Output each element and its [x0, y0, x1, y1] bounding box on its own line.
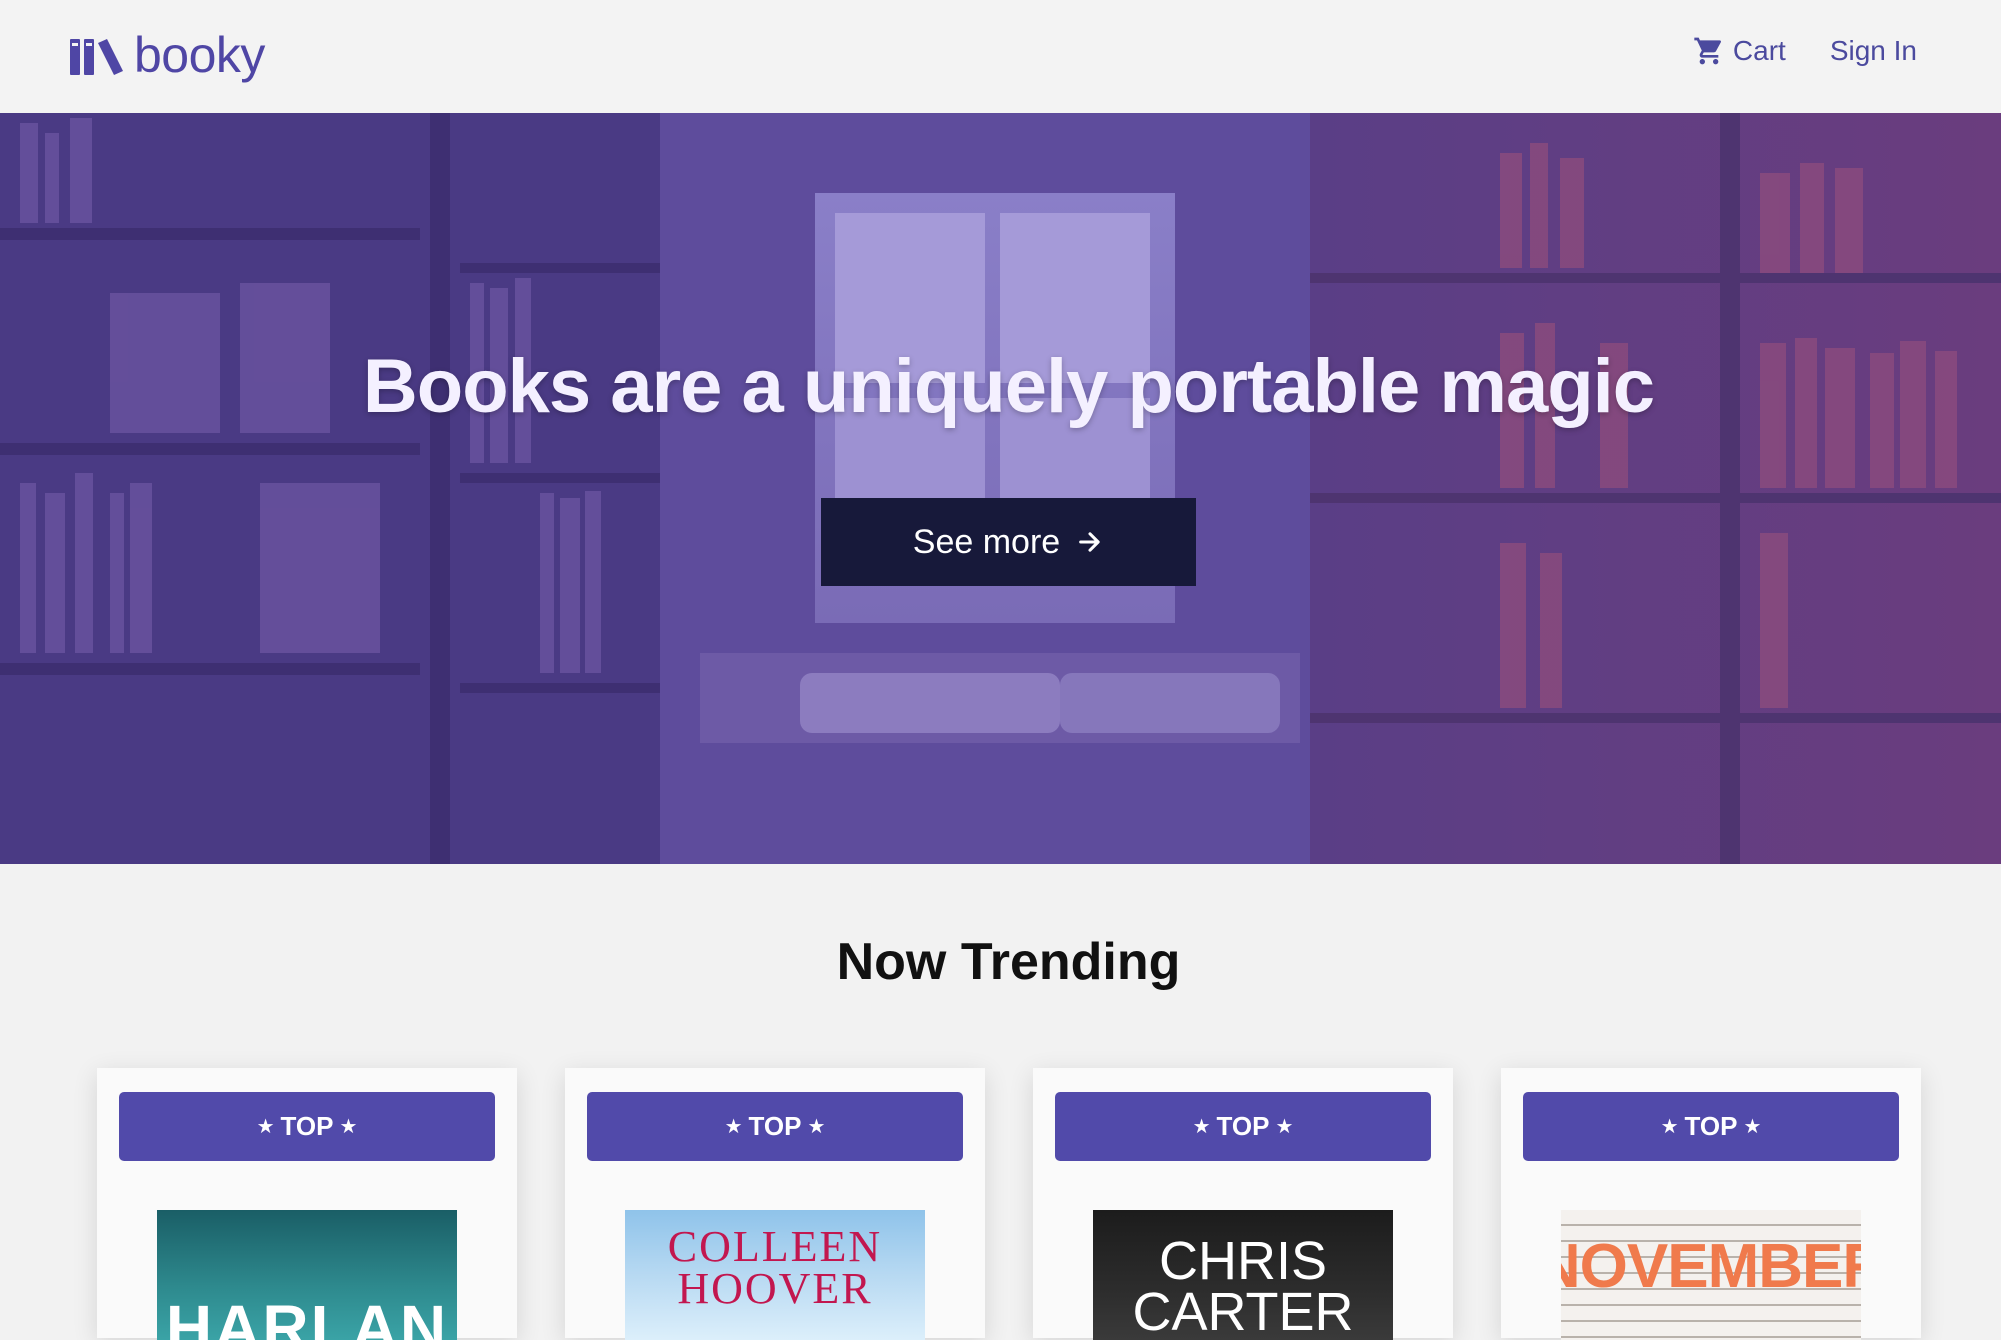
- logo[interactable]: booky: [70, 30, 265, 80]
- top-badge[interactable]: ★ TOP ★: [587, 1092, 963, 1161]
- star-icon: ★: [1660, 1116, 1679, 1138]
- book-cover[interactable]: NOVEMBER: [1561, 1210, 1861, 1340]
- book-cover-text: COLLEEN HOOVER: [667, 1222, 883, 1313]
- book-cover-text: CHRIS CARTER: [1132, 1231, 1354, 1340]
- top-badge-label: TOP: [1216, 1111, 1270, 1141]
- top-nav: Cart Sign In: [1693, 35, 1917, 67]
- star-icon: ★: [724, 1116, 743, 1138]
- sign-in-link[interactable]: Sign In: [1830, 35, 1917, 67]
- star-icon: ★: [1743, 1116, 1762, 1138]
- trending-title: Now Trending: [836, 933, 1181, 991]
- cart-label: Cart: [1732, 35, 1786, 66]
- star-icon: ★: [1192, 1116, 1211, 1138]
- top-badge-label: TOP: [280, 1111, 334, 1141]
- cart-link[interactable]: Cart: [1693, 35, 1786, 67]
- top-badge-label: TOP: [748, 1111, 802, 1141]
- star-icon: ★: [256, 1116, 275, 1138]
- see-more-label: See more: [912, 522, 1061, 561]
- top-badge[interactable]: ★ TOP ★: [1055, 1092, 1431, 1161]
- book-card[interactable]: ★ TOP ★ NOVEMBER: [1501, 1068, 1921, 1340]
- books-logo-icon: [70, 39, 123, 75]
- hero-banner: Books are a uniquely portable magic See …: [0, 113, 2001, 864]
- cart-icon: [1694, 37, 1721, 65]
- book-card[interactable]: ★ TOP ★ HARLAN: [97, 1068, 517, 1340]
- see-more-button[interactable]: See more: [821, 498, 1196, 586]
- logo-text: booky: [134, 27, 265, 83]
- top-badge-label: TOP: [1684, 1111, 1738, 1141]
- top-badge[interactable]: ★ TOP ★: [119, 1092, 495, 1161]
- hero-title: Books are a uniquely portable magic: [362, 344, 1655, 429]
- site-header: booky Cart Sign In: [0, 0, 2001, 113]
- book-card[interactable]: ★ TOP ★ COLLEEN HOOVER: [565, 1068, 985, 1340]
- book-card[interactable]: ★ TOP ★ CHRIS CARTER: [1033, 1068, 1453, 1340]
- hero-background-image: [0, 113, 2001, 864]
- top-badge[interactable]: ★ TOP ★: [1523, 1092, 1899, 1161]
- arrow-right-icon: [1079, 532, 1100, 552]
- book-cover-text: NOVEMBER: [1561, 1232, 1861, 1301]
- book-cover[interactable]: CHRIS CARTER: [1093, 1210, 1393, 1340]
- star-icon: ★: [339, 1116, 358, 1138]
- book-cover[interactable]: HARLAN: [157, 1210, 457, 1340]
- sign-in-label: Sign In: [1829, 35, 1917, 66]
- book-cover-text: HARLAN: [165, 1292, 449, 1340]
- star-icon: ★: [1275, 1116, 1294, 1138]
- book-cover[interactable]: COLLEEN HOOVER: [625, 1210, 925, 1340]
- star-icon: ★: [807, 1116, 826, 1138]
